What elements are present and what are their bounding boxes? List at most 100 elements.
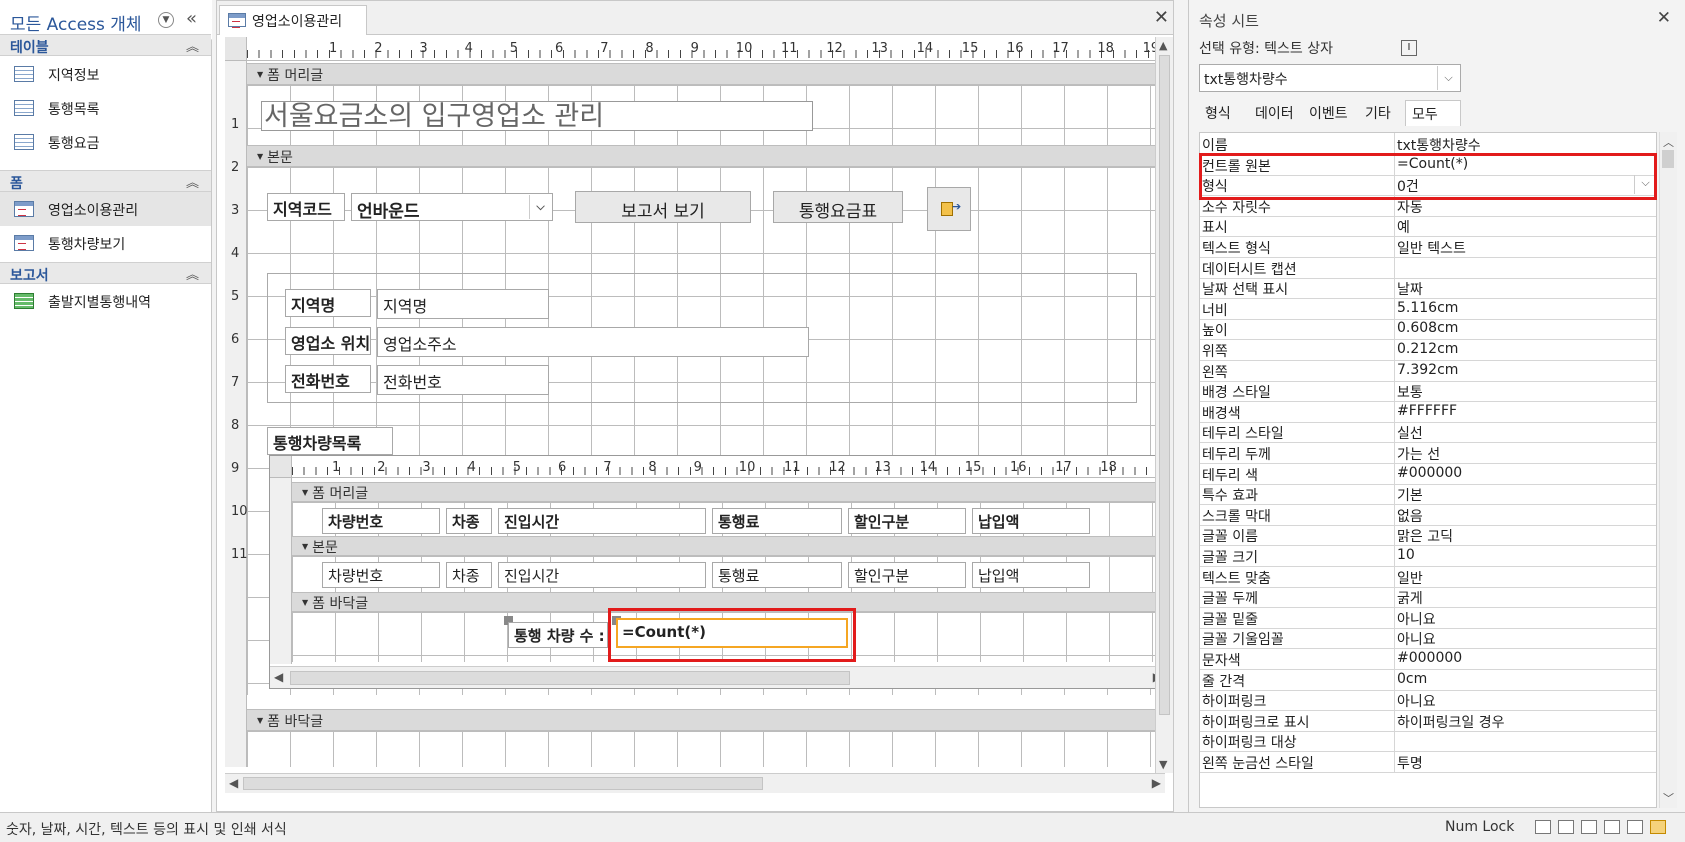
property-value[interactable]: 일반 텍스트	[1397, 238, 1466, 258]
property-value[interactable]: 예	[1397, 217, 1410, 237]
property-row[interactable]: 테두리 색 #000000	[1200, 462, 1656, 485]
property-row[interactable]: 테두리 두께 가는 선	[1200, 442, 1656, 464]
section-bar-detail[interactable]: 본문	[247, 145, 1165, 167]
property-scrollbar[interactable]: ︿ ﹀	[1659, 132, 1677, 808]
horizontal-ruler[interactable]: 1 2 3 4 5 6 7 8 9 10 11 12 13 14 15 16 17 18 19	[247, 37, 1165, 61]
property-value[interactable]: 7.392cm	[1397, 362, 1458, 378]
form-footer-section[interactable]	[247, 731, 1165, 767]
sort-icon[interactable]: Ⅰ	[1401, 40, 1417, 56]
property-row[interactable]: 글꼴 밑줄 아니요	[1200, 606, 1656, 629]
property-value[interactable]: 아니요	[1397, 629, 1436, 649]
subform-horizontal-scrollbar[interactable]: ◀ ▶	[270, 666, 1166, 688]
region-code-combo[interactable]: 언바운드 ⌵	[351, 193, 553, 221]
column-header-label[interactable]: 통행료	[712, 508, 842, 534]
section-bar-form-header[interactable]: 폼 머리글	[247, 63, 1165, 85]
scroll-right-icon[interactable]: ▶	[1152, 776, 1161, 790]
property-row[interactable]: 줄 간격 0cm	[1200, 668, 1656, 691]
property-row[interactable]: 글꼴 기울임꼴 아니요	[1200, 627, 1656, 650]
subform-header-bar[interactable]: 폼 머리글	[292, 482, 1166, 502]
scroll-down-icon[interactable]: ﹀	[1663, 790, 1674, 806]
property-value[interactable]: 10	[1397, 547, 1415, 563]
column-header-label[interactable]: 진입시간	[498, 508, 706, 534]
dropdown-arrow-icon[interactable]: ⌵	[529, 195, 551, 219]
office-location-label[interactable]: 영업소 위치	[285, 327, 371, 355]
dropdown-arrow-icon[interactable]: ⌵	[1437, 66, 1459, 90]
column-header-label[interactable]: 할인구분	[848, 508, 966, 534]
nav-group-tables[interactable]: 테이블 ︽	[0, 34, 211, 56]
collapse-pane-icon[interactable]: «	[186, 8, 197, 29]
tab-data[interactable]: 데이터	[1249, 100, 1300, 126]
nav-pane-title[interactable]: 모든 Access 개체	[10, 10, 142, 35]
column-field[interactable]: 차종	[446, 562, 492, 588]
nav-group-reports[interactable]: 보고서 ︽	[0, 262, 211, 284]
property-row[interactable]: 데이터시트 캡션	[1200, 256, 1656, 279]
property-value[interactable]: 보통	[1397, 382, 1423, 402]
property-value[interactable]: 맑은 고딕	[1397, 526, 1453, 546]
property-row[interactable]: 하이퍼링크 아니요	[1200, 689, 1656, 712]
property-value[interactable]: 투명	[1397, 753, 1423, 773]
form-selector[interactable]	[225, 37, 247, 61]
tab-format[interactable]: 형식	[1199, 100, 1237, 126]
region-name-label[interactable]: 지역명	[285, 289, 371, 317]
property-value[interactable]: 굵게	[1397, 588, 1423, 608]
tab-event[interactable]: 이벤트	[1303, 100, 1354, 126]
property-row[interactable]: 표시 예	[1200, 215, 1656, 238]
property-row[interactable]: 텍스트 형식 일반 텍스트	[1200, 236, 1656, 258]
scroll-left-icon[interactable]: ◀	[229, 776, 238, 790]
document-tab[interactable]: 영업소이용관리	[219, 5, 367, 35]
column-header-label[interactable]: 차량번호	[322, 508, 440, 534]
form-header-section[interactable]: 서울요금소의 입구영업소 관리	[247, 85, 1165, 145]
close-icon[interactable]: ✕	[1154, 7, 1169, 28]
close-icon[interactable]: ✕	[1657, 8, 1671, 28]
property-value[interactable]: 없음	[1397, 506, 1423, 526]
count-label[interactable]: 통행 차량 수 :	[508, 622, 608, 648]
property-row[interactable]: 스크롤 막대 없음	[1200, 503, 1656, 526]
phone-label[interactable]: 전화번호	[285, 365, 371, 393]
subform-control[interactable]: 123456789101112131415161718 폼 머리글 차량번호 차…	[269, 455, 1166, 689]
property-row[interactable]: 하이퍼링크로 표시 하이퍼링크일 경우	[1200, 709, 1656, 732]
column-header-label[interactable]: 차종	[446, 508, 492, 534]
property-row[interactable]: 글꼴 이름 맑은 고딕	[1200, 524, 1656, 547]
column-field[interactable]: 진입시간	[498, 562, 706, 588]
column-field[interactable]: 할인구분	[848, 562, 966, 588]
detail-section[interactable]: 지역코드 언바운드 ⌵ 보고서 보기 통행요금표 ➔ 지역명 지역명 영업소 위…	[247, 167, 1166, 695]
property-value[interactable]: 0cm	[1397, 671, 1427, 687]
property-value[interactable]: 일반	[1397, 568, 1423, 588]
scroll-down-icon[interactable]: ▼	[1159, 758, 1167, 771]
property-row[interactable]: 왼쪽 7.392cm	[1200, 359, 1656, 382]
section-bar-form-footer[interactable]: 폼 바닥글	[247, 709, 1165, 731]
property-value[interactable]: 아니요	[1397, 691, 1436, 711]
tab-all[interactable]: 모두	[1405, 100, 1461, 126]
nav-item-통행목록[interactable]: 통행목록	[0, 91, 211, 125]
column-field[interactable]: 차량번호	[322, 562, 440, 588]
property-value[interactable]: 실선	[1397, 423, 1423, 443]
nav-item-출발지별통행내역[interactable]: 출발지별통행내역	[0, 284, 211, 318]
property-row[interactable]: 하이퍼링크 대상	[1200, 730, 1656, 753]
subform-header-section[interactable]: 차량번호 차종 진입시간 통행료 할인구분 납입액	[292, 502, 1166, 536]
property-row[interactable]: 특수 효과 기본	[1200, 483, 1656, 506]
vertical-ruler[interactable]: 1 2 3 4 5 6 7 8 9 10 11	[225, 61, 248, 767]
scroll-thumb[interactable]	[290, 671, 850, 685]
fee-table-button[interactable]: 통행요금표	[773, 191, 903, 223]
vertical-scrollbar[interactable]: ▲ ▼	[1155, 37, 1173, 773]
collapse-group-icon[interactable]: ︽	[186, 172, 199, 191]
subform-detail-bar[interactable]: 본문	[292, 536, 1166, 556]
column-field[interactable]: 통행료	[712, 562, 842, 588]
property-value[interactable]: 가는 선	[1397, 444, 1440, 464]
form-title-label[interactable]: 서울요금소의 입구영업소 관리	[261, 101, 813, 132]
subform-vertical-ruler[interactable]	[270, 478, 292, 664]
office-location-field[interactable]: 영업소주소	[377, 327, 809, 357]
pivot-chart-view-icon[interactable]	[1604, 820, 1620, 834]
property-row[interactable]: 날짜 선택 표시 날짜	[1200, 277, 1656, 300]
count-field[interactable]: =Count(*)	[616, 618, 848, 648]
subform-footer-section[interactable]: 통행 차량 수 : =Count(*)	[292, 608, 1166, 662]
collapse-group-icon[interactable]: ︽	[186, 264, 199, 283]
property-row[interactable]: 텍스트 맞춤 일반	[1200, 565, 1656, 588]
layout-view-icon[interactable]	[1627, 820, 1643, 834]
collapse-group-icon[interactable]: ︽	[186, 36, 199, 55]
property-row[interactable]: 배경 스타일 보통	[1200, 380, 1656, 403]
phone-field[interactable]: 전화번호	[377, 365, 549, 395]
form-view-icon[interactable]	[1535, 820, 1551, 834]
property-row[interactable]: 배경색 #FFFFFF	[1200, 400, 1656, 423]
property-value[interactable]: 날짜	[1397, 279, 1423, 299]
